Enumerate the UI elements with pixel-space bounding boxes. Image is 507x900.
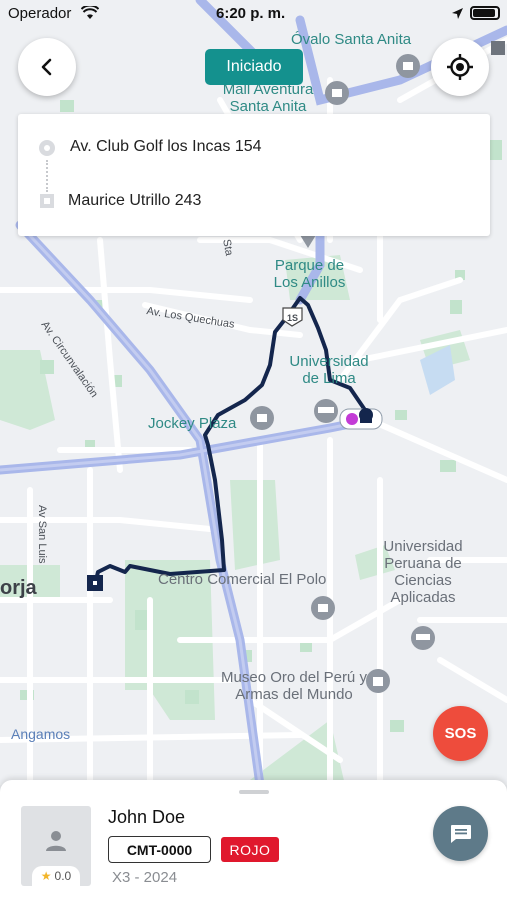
chat-icon xyxy=(450,824,471,843)
place-label: Mall Aventura Santa Anita xyxy=(222,81,314,115)
chat-button[interactable] xyxy=(433,806,488,861)
destination-address: Maurice Utrillo 243 xyxy=(68,192,202,209)
road-label: Sta xyxy=(220,238,235,257)
sheet-drag-handle[interactable] xyxy=(239,790,269,794)
place-label: Parque de Los Anillos xyxy=(273,257,346,291)
location-arrow-icon xyxy=(451,7,464,25)
star-icon: ★ xyxy=(40,869,52,883)
route-shield: 1S xyxy=(287,313,299,323)
trip-status-badge: Iniciado xyxy=(205,49,303,85)
origin-address: Av. Club Golf los Incas 154 xyxy=(70,138,262,155)
place-label: Universidad Peruana de Ciencias Aplicada… xyxy=(383,538,463,606)
destination-square-icon xyxy=(40,194,54,208)
place-label: Óvalo Santa Anita xyxy=(291,31,412,48)
place-label: Museo Oro del Perú y Armas del Mundo xyxy=(221,669,367,703)
driver-rating: ★ 0.0 xyxy=(32,866,80,886)
place-label: Universidad de Lima xyxy=(289,353,369,387)
place-label: Angamos xyxy=(11,726,71,742)
license-plate: CMT-0000 xyxy=(108,836,211,863)
crosshair-icon xyxy=(447,54,473,80)
carrier-label: Operador xyxy=(8,5,72,22)
place-label: orja xyxy=(0,577,37,599)
rating-value: 0.0 xyxy=(54,869,72,883)
vehicle-color-badge: ROJO xyxy=(221,837,279,862)
status-bar: Operador 6:20 p. m. xyxy=(0,0,507,28)
vehicle-model: X3 - 2024 xyxy=(112,869,178,886)
wifi-icon xyxy=(80,4,100,25)
back-button[interactable] xyxy=(18,38,76,96)
road-label: Av San Luis xyxy=(36,505,48,564)
place-label: Centro Comercial El Polo xyxy=(158,571,327,588)
clock: 6:20 p. m. xyxy=(216,5,286,22)
route-card: Av. Club Golf los Incas 154 Maurice Utri… xyxy=(18,114,490,236)
place-label: Jockey Plaza xyxy=(148,415,237,432)
chevron-left-icon xyxy=(41,58,52,76)
origin-dot-icon xyxy=(39,140,55,156)
battery-icon xyxy=(470,6,500,20)
driver-name: John Doe xyxy=(108,807,186,827)
person-icon xyxy=(46,831,66,851)
route-connector xyxy=(46,160,48,192)
driver-sheet: ★ 0.0 John Doe CMT-0000 ROJO X3 - 2024 xyxy=(0,780,507,900)
my-location-button[interactable] xyxy=(431,38,489,96)
car-marker xyxy=(339,408,383,430)
sos-button[interactable]: SOS xyxy=(433,706,488,761)
